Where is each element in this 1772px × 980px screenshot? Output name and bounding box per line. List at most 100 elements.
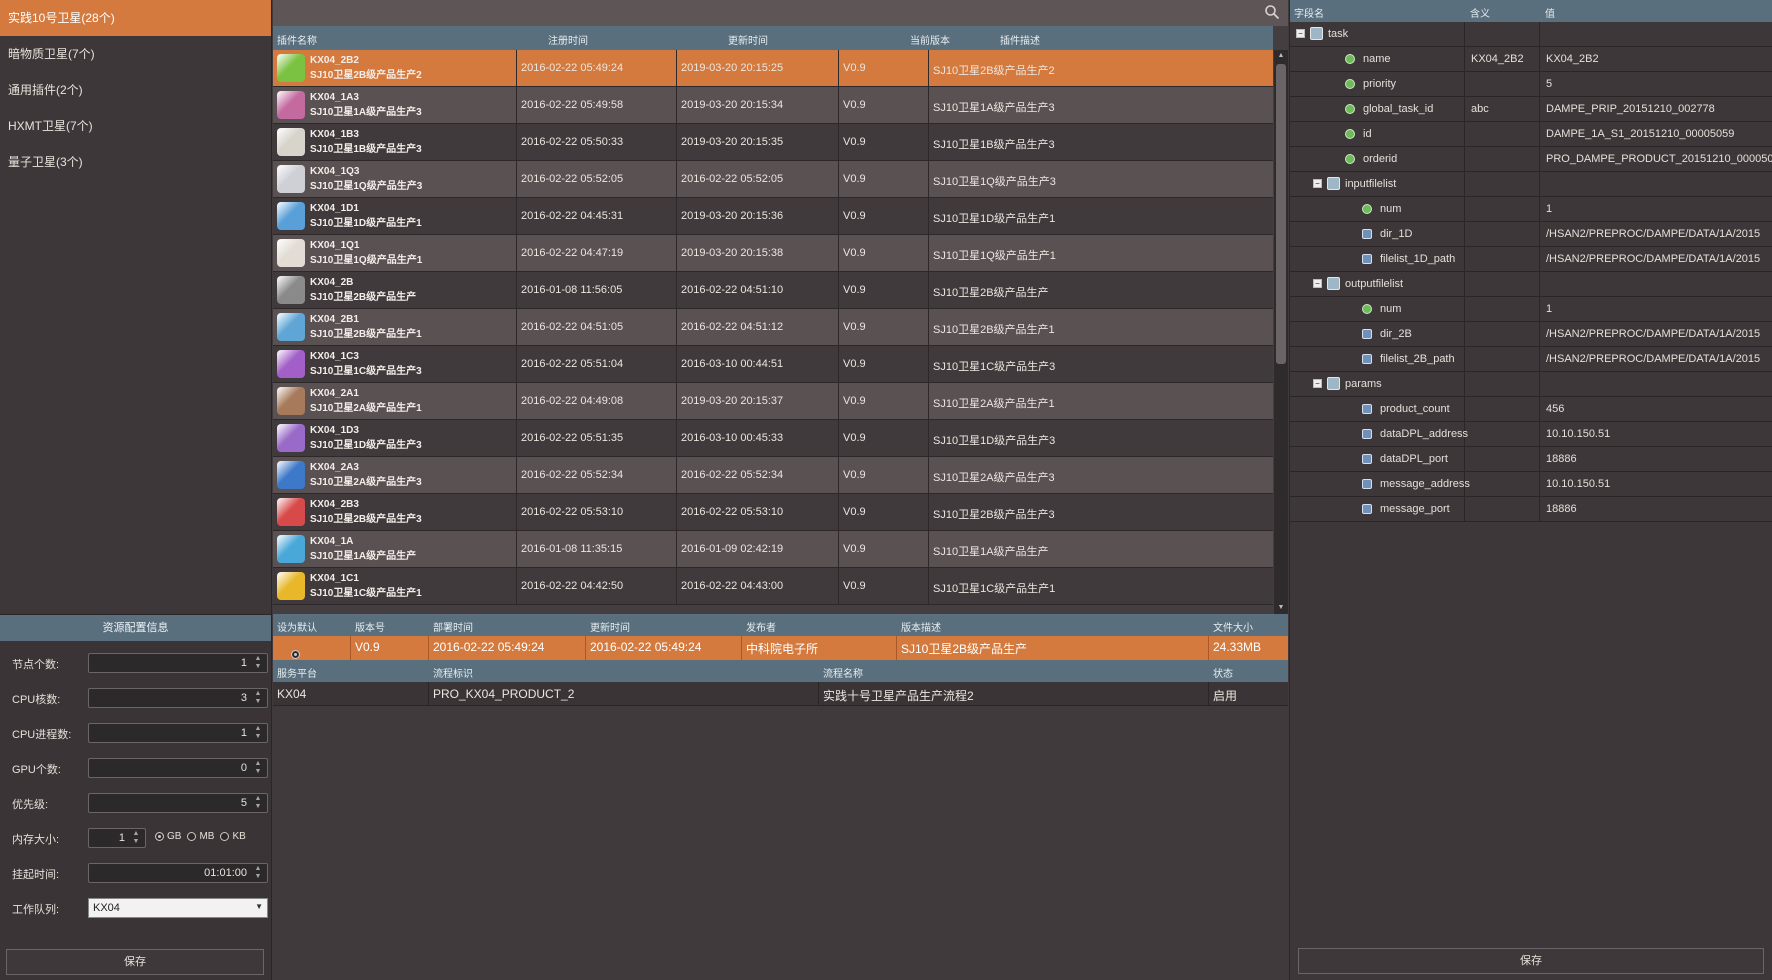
nav-item-3[interactable]: HXMT卫星(7个)	[0, 108, 271, 144]
plugin-row[interactable]: KX04_2B3 SJ10卫星2B级产品生产3 2016-02-22 05:53:1…	[273, 494, 1273, 531]
field-row-orderid[interactable]: orderid PRO_DAMPE_PRODUCT_20151210_000050…	[1290, 147, 1772, 172]
plugin-row[interactable]: KX04_2B1 SJ10卫星2B级产品生产1 2016-02-22 04:51:0…	[273, 309, 1273, 346]
field-row-name[interactable]: name KX04_2B2 KX04_2B2	[1290, 47, 1772, 72]
field-row-filelist-2b-path[interactable]: filelist_2B_path/HSAN2/PREPROC/DAMPE/DAT…	[1290, 347, 1772, 372]
plugin-row[interactable]: KX04_1D3 SJ10卫星1D级产品生产3 2016-02-22 05:51:3…	[273, 420, 1273, 457]
field-meaning-cell	[1465, 22, 1540, 47]
plugin-row[interactable]: KX04_2B SJ10卫星2B级产品生产 2016-01-08 11:56:05 2…	[273, 272, 1273, 309]
collapse-toggle-icon[interactable]: −	[1313, 279, 1322, 288]
field-row-datadpl-address[interactable]: dataDPL_address 10.10.150.51	[1290, 422, 1772, 447]
plugin-registered: 2016-02-22 05:49:24	[521, 62, 624, 74]
spinner-arrows-icon[interactable]: ▲ ▼	[252, 690, 264, 706]
col-plugin-name[interactable]: 插件名称	[277, 32, 317, 47]
spinner-arrows-icon[interactable]: ▲ ▼	[252, 795, 264, 811]
plugin-row[interactable]: KX04_2B2 SJ10卫星2B级产品生产2 2016-02-22 05:49:2…	[273, 50, 1273, 87]
plugin-row[interactable]: KX04_1A3 SJ10卫星1A级产品生产3 2016-02-22 05:49:5…	[273, 87, 1273, 124]
field-meaning: KX04_2B2	[1471, 53, 1524, 65]
cpu-cores-stepper[interactable]: 3 ▲ ▼	[88, 688, 268, 708]
field-leaf-icon	[1362, 304, 1372, 314]
collapse-toggle-icon[interactable]: −	[1313, 379, 1322, 388]
plugin-title: SJ10卫星1Q级产品生产3	[310, 181, 423, 192]
field-value-cell: /HSAN2/PREPROC/DAMPE/DATA/1A/2015	[1540, 322, 1772, 347]
field-row-dir-2b[interactable]: dir_2B/HSAN2/PREPROC/DAMPE/DATA/1A/2015	[1290, 322, 1772, 347]
field-row-global-task-id[interactable]: global_task_id abc DAMPE_PRIP_20151210_002…	[1290, 97, 1772, 122]
plugin-version-cell: V0.9	[839, 494, 929, 531]
plugin-row[interactable]: KX04_1C3 SJ10卫星1C级产品生产3 2016-02-22 05:51:0…	[273, 346, 1273, 383]
timeout-stepper[interactable]: 01:01:00 ▲ ▼	[88, 863, 268, 883]
param-leaf-icon	[1362, 429, 1372, 439]
plugin-row[interactable]: KX04_1Q3 SJ10卫星1Q级产品生产3 2016-02-22 05:52:0…	[273, 161, 1273, 198]
col-updated[interactable]: 更新时间	[728, 32, 768, 47]
col-desc[interactable]: 插件描述	[1000, 32, 1040, 47]
node-count-stepper[interactable]: 1 ▲ ▼	[88, 653, 268, 673]
memory-unit-kb-radio[interactable]: KB	[220, 831, 246, 842]
cpu-procs-stepper[interactable]: 1 ▲ ▼	[88, 723, 268, 743]
field-row-num[interactable]: num 1	[1290, 297, 1772, 322]
nav-item-0[interactable]: 实践10号卫星(28个)	[0, 0, 271, 36]
radio-dot[interactable]	[155, 832, 164, 841]
radio-dot[interactable]	[220, 832, 230, 841]
field-row-datadpl-port[interactable]: dataDPL_port 18886	[1290, 447, 1772, 472]
plugin-row[interactable]: KX04_1C1 SJ10卫星1C级产品生产1 2016-02-22 04:42:5…	[273, 568, 1273, 605]
col-registered[interactable]: 注册时间	[548, 32, 588, 47]
nav-item-4[interactable]: 量子卫星(3个)	[0, 144, 271, 180]
field-row-priority[interactable]: priority 5	[1290, 72, 1772, 97]
memory-unit-gb-radio[interactable]: GB	[155, 831, 181, 842]
field-row-product-count[interactable]: product_count 456	[1290, 397, 1772, 422]
gpu-count-stepper[interactable]: 0 ▲ ▼	[88, 758, 268, 778]
field-row-task[interactable]: − task	[1290, 22, 1772, 47]
scroll-thumb[interactable]	[1276, 64, 1286, 364]
save-fields-button[interactable]: 保存	[1298, 948, 1764, 974]
plugin-scrollbar[interactable]: ▲ ▼	[1274, 50, 1288, 614]
plugin-updated-cell: 2016-02-22 04:43:00	[677, 568, 839, 605]
plugin-row[interactable]: KX04_2A1 SJ10卫星2A级产品生产1 2016-02-22 04:49:0…	[273, 383, 1273, 420]
plugin-app-icon	[277, 54, 305, 82]
timeout-row: 挂起时间: 01:01:00 ▲ ▼	[10, 863, 268, 883]
plugin-row[interactable]: KX04_1B3 SJ10卫星1B级产品生产3 2016-02-22 05:50:3…	[273, 124, 1273, 161]
field-row-num[interactable]: num 1	[1290, 197, 1772, 222]
memory-unit-mb-radio[interactable]: MB	[187, 831, 214, 842]
field-row-message-port[interactable]: message_port 18886	[1290, 497, 1772, 522]
plugin-row[interactable]: KX04_1A SJ10卫星1A级产品生产 2016-01-08 11:35:15 2…	[273, 531, 1273, 568]
cpu-procs-row: CPU进程数: 1 ▲ ▼	[10, 723, 268, 743]
field-row-inputfilelist[interactable]: − inputfilelist	[1290, 172, 1772, 197]
plugin-row[interactable]: KX04_2A3 SJ10卫星2A级产品生产3 2016-02-22 05:52:3…	[273, 457, 1273, 494]
plugin-row[interactable]: KX04_1Q1 SJ10卫星1Q级产品生产1 2016-02-22 04:47:1…	[273, 235, 1273, 272]
priority-stepper[interactable]: 5 ▲ ▼	[88, 793, 268, 813]
queue-select[interactable]: KX04 ▼	[88, 898, 268, 918]
memory-label: 内存大小:	[12, 834, 60, 846]
field-row-dir-1d[interactable]: dir_1D/HSAN2/PREPROC/DAMPE/DATA/1A/2015	[1290, 222, 1772, 247]
field-row-filelist-1d-path[interactable]: filelist_1D_path/HSAN2/PREPROC/DAMPE/DAT…	[1290, 247, 1772, 272]
plugin-name-cell: KX04_1A SJ10卫星1A级产品生产	[273, 531, 517, 568]
field-row-params[interactable]: − params	[1290, 372, 1772, 397]
spinner-arrows-icon[interactable]: ▲ ▼	[130, 830, 142, 846]
field-row-outputfilelist[interactable]: − outputfilelist	[1290, 272, 1772, 297]
process-row[interactable]: KX04 PRO_KX04_PRODUCT_2 实践十号卫星产品生产流程2 启用	[273, 682, 1288, 706]
spinner-arrows-icon[interactable]: ▲ ▼	[252, 725, 264, 741]
spinner-arrows-icon[interactable]: ▲ ▼	[252, 760, 264, 776]
field-value-cell: 18886	[1540, 447, 1772, 472]
version-row[interactable]: V0.9 2016-02-22 05:49:24 2016-02-22 05:4…	[273, 636, 1288, 660]
collapse-toggle-icon[interactable]: −	[1296, 29, 1305, 38]
radio-dot[interactable]	[187, 832, 197, 841]
nav-item-2[interactable]: 通用插件(2个)	[0, 72, 271, 108]
chevron-down-icon[interactable]: ▼	[255, 902, 263, 911]
scroll-down-icon[interactable]: ▼	[1274, 602, 1288, 614]
field-name: filelist_1D_path	[1380, 253, 1456, 265]
default-radio-cell[interactable]	[273, 636, 351, 660]
default-radio[interactable]	[291, 650, 300, 659]
collapse-toggle-icon[interactable]: −	[1313, 179, 1322, 188]
plugin-desc-cell: SJ10卫星2A级产品生产1	[929, 383, 1273, 420]
scroll-up-icon[interactable]: ▲	[1274, 50, 1288, 62]
field-row-message-address[interactable]: message_address 10.10.150.51	[1290, 472, 1772, 497]
spinner-arrows-icon[interactable]: ▲ ▼	[252, 865, 264, 881]
search-icon[interactable]	[1264, 4, 1280, 20]
save-config-button[interactable]: 保存	[6, 949, 264, 975]
spinner-arrows-icon[interactable]: ▲ ▼	[252, 655, 264, 671]
col-version[interactable]: 当前版本	[910, 32, 950, 47]
field-name: orderid	[1363, 153, 1398, 165]
memory-stepper[interactable]: 1 ▲ ▼	[88, 828, 146, 848]
plugin-row[interactable]: KX04_1D1 SJ10卫星1D级产品生产1 2016-02-22 04:45:3…	[273, 198, 1273, 235]
nav-item-1[interactable]: 暗物质卫星(7个)	[0, 36, 271, 72]
field-row-id[interactable]: id DAMPE_1A_S1_20151210_00005059	[1290, 122, 1772, 147]
